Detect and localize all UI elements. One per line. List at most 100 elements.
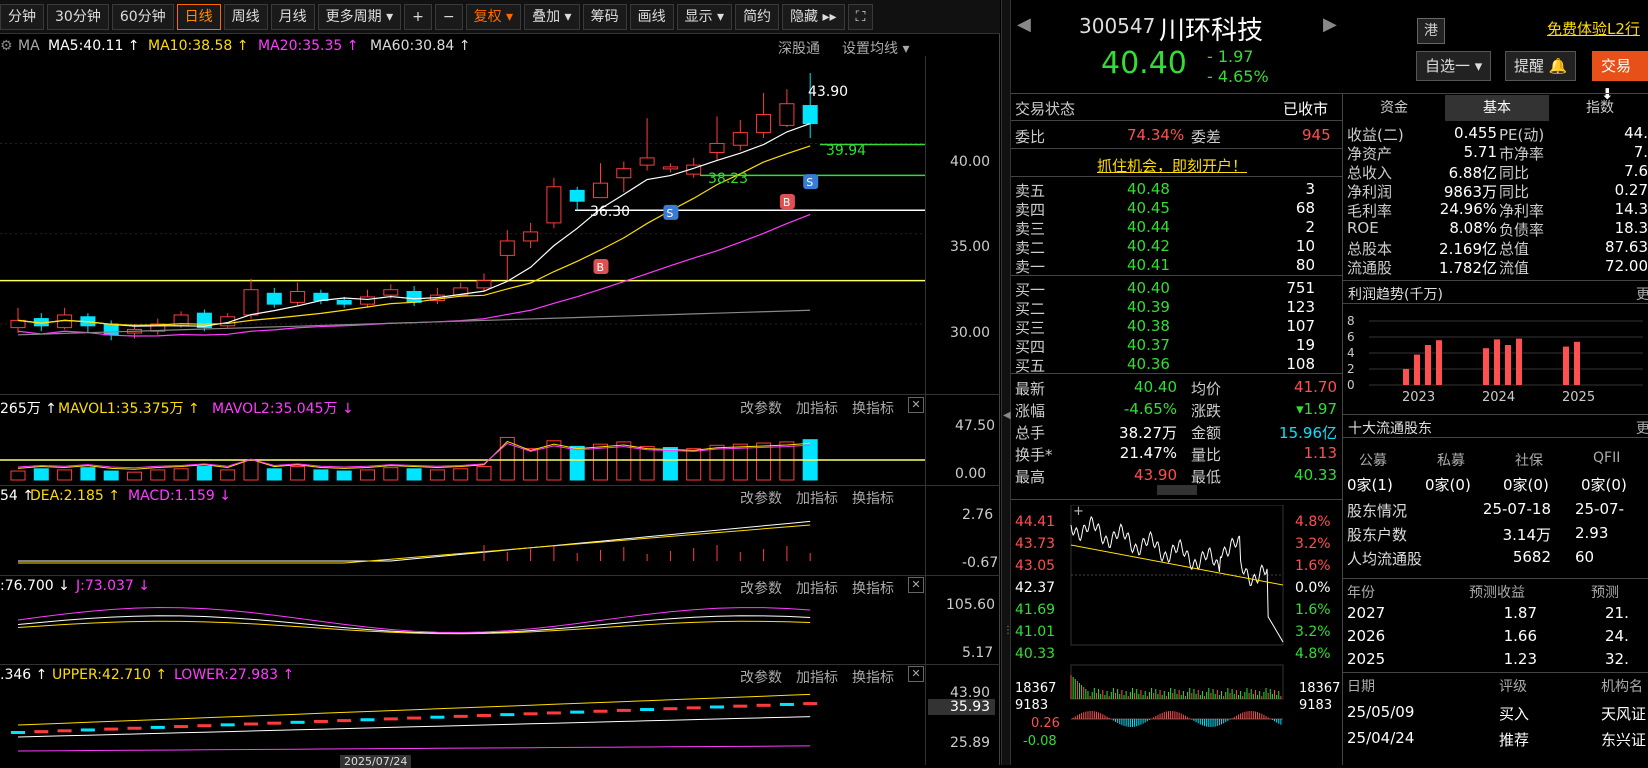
profit-bar [1574,341,1580,385]
free-trial-link[interactable]: 免费体验L2行 [1547,18,1640,39]
ma10-value: MA10:38.58 ↑ [148,38,249,54]
toolbar-item-0[interactable]: 分钟 [0,3,44,30]
intraday-price-tick: 43.73 [1015,536,1056,552]
kdj-tick: 105.60 [946,597,995,613]
profit-ytick: 4 [1347,346,1355,360]
holder-type-value: 0家(0) [1581,476,1627,494]
boll-candle [523,712,538,716]
trade-button[interactable]: 交易 ⬇ [1592,51,1648,103]
stat-label: 量比 [1191,446,1222,464]
collapse-arrow-icon[interactable]: ◀ [1003,410,1011,421]
toolbar-item-4[interactable]: 周线 [223,3,268,30]
level-annotation: 39.94 [826,143,867,159]
edit-params-button[interactable]: 改参数 [740,398,782,418]
add-indicator-button[interactable]: 加指标 [796,398,838,418]
toolbar-item-11[interactable]: 筹码 [582,3,627,30]
fund-value: 0.27 [1614,181,1648,199]
toolbar-item-6[interactable]: 更多周期 ▾ [317,3,402,30]
rating-date[interactable]: 25/05/09 [1347,703,1414,721]
intraday-macd-tick: 0.26 [1031,716,1060,731]
signal-letter: S [806,176,813,189]
intraday-pct-tick: 0.0% [1295,580,1331,596]
fund-value: 44. [1624,124,1648,142]
holder-info-value: 3.14万 [1502,526,1551,544]
prev-stock-icon[interactable]: ◀ [1017,14,1031,35]
toolbar-item-15[interactable]: 隐藏 ▸▸ [782,3,845,30]
toolbar-item-10[interactable]: 叠加 ▾ [524,3,580,30]
kdj-chart[interactable] [0,595,925,663]
close-icon[interactable]: ✕ [908,577,924,593]
fund-label: 流通股 [1347,259,1393,277]
kdj-j-value: J:73.037 ↓ [76,578,151,594]
buy-level-volume: 107 [1286,317,1315,335]
sell-level-price: 40.41 [1127,256,1170,274]
watchlist-button[interactable]: 自选一 ▾ [1416,51,1492,81]
boll-chart[interactable] [0,685,925,755]
forecast-pe: 32. [1605,650,1629,668]
boll-candle [80,728,95,732]
holder-info-label: 股东情况 [1347,502,1408,520]
intraday-pct-tick: 1.6% [1295,558,1331,574]
profit-ytick: 0 [1347,378,1355,392]
toolbar-item-9[interactable]: 复权 ▾ [465,3,522,30]
tab-2[interactable]: 指数 [1549,95,1648,121]
toolbar-item-3[interactable]: 日线 [176,3,221,30]
rating-header: 日期 [1347,679,1375,695]
tab-0[interactable]: 资金 [1343,95,1446,121]
toolbar-item-1[interactable]: 30分钟 [47,3,109,30]
close-icon[interactable]: ✕ [908,397,924,413]
candle-body [802,105,818,125]
toolbar-item-14[interactable]: 简约 [735,3,780,30]
toolbar-item-13[interactable]: 显示 ▾ [676,3,733,30]
edit-params-button[interactable]: 改参数 [740,667,782,687]
next-stock-icon[interactable]: ▶ [1323,14,1337,35]
mavol1-value: MAVOL1:35.375万 ↑ [58,401,200,417]
remind-button[interactable]: 提醒 🔔 [1505,51,1577,81]
fund-label: PE(动) [1499,126,1545,144]
switch-indicator-button[interactable]: 换指标 [852,398,894,418]
candlestick-chart[interactable]: B S B S [0,56,1000,396]
volume-bar [593,443,608,481]
holder-info-value: 25-07-18 [1482,500,1551,518]
price-tick: 40.00 [950,154,991,170]
rating-date[interactable]: 25/04/24 [1347,729,1414,747]
add-indicator-button[interactable]: 加指标 [796,667,838,687]
tab-1[interactable]: 基本 [1446,95,1549,121]
fund-value: 18.3 [1614,219,1648,237]
rating-value: 买入 [1499,705,1530,723]
toolbar-item-5[interactable]: 月线 [270,3,315,30]
toolbar-item-16[interactable]: ⛶ [847,3,874,30]
open-account-link[interactable]: 抓住机会，即刻开户！ [1097,155,1247,176]
more-link[interactable]: 更 [1636,284,1648,304]
expand-handle[interactable] [1157,485,1197,495]
toolbar-item-2[interactable]: 60分钟 [111,3,174,30]
stat-label: 涨幅 [1015,402,1046,420]
fund-label: 同比 [1499,164,1530,182]
stat-label: 均价 [1191,380,1222,398]
hk-button[interactable]: 港 [1417,18,1445,44]
panel-splitter[interactable]: ◀ ⋮ [1001,0,1013,765]
toolbar-item-8[interactable]: − [434,3,463,30]
shenguotong-link[interactable]: 深股通 [778,38,820,58]
stock-code: 300547 [1079,14,1156,38]
boll-candle [546,711,561,715]
intraday-price-tick: 41.69 [1015,602,1056,618]
macd-tick: 2.76 [962,507,994,523]
intraday-chart[interactable]: + [1011,505,1342,765]
more-link[interactable]: 更 [1636,418,1648,438]
fund-label: 净资产 [1347,145,1393,163]
boll-candle [313,719,328,723]
gear-icon[interactable]: ⚙ [0,38,13,54]
volume-chart[interactable] [0,418,925,484]
close-icon[interactable]: ✕ [908,666,924,682]
boll-candle [11,731,25,734]
boll-candle [477,714,491,717]
profit-ytick: 2 [1347,362,1355,376]
toolbar-item-7[interactable]: + [404,3,432,30]
switch-indicator-button[interactable]: 换指标 [852,667,894,687]
macd-chart[interactable] [0,505,925,573]
volume-bar [243,459,259,481]
toolbar-item-12[interactable]: 画线 [629,3,674,30]
set-ma-button[interactable]: 设置均线 ▾ [842,38,909,58]
boll-candle [453,714,468,718]
